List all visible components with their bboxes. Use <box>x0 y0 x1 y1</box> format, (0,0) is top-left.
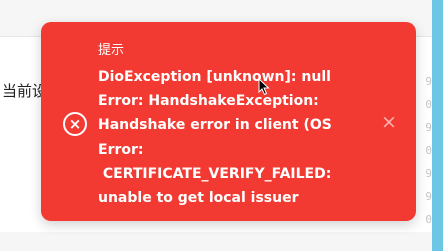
line-number: 9 <box>425 190 432 203</box>
mouse-cursor-icon <box>258 78 270 96</box>
close-icon[interactable]: × <box>381 112 397 132</box>
error-toast: × 提示 DioException [unknown]: null Error:… <box>41 22 416 221</box>
line-number: 0 <box>425 213 432 226</box>
right-scroll-strip <box>432 0 443 251</box>
line-number: 0 <box>425 144 432 157</box>
line-number: 9 <box>425 167 432 180</box>
bottom-bar <box>0 232 432 251</box>
error-circle-x-icon: × <box>63 112 87 136</box>
toast-message: DioException [unknown]: null Error: Hand… <box>98 69 332 207</box>
line-number: 9 <box>425 75 432 88</box>
line-number: 0 <box>425 98 432 111</box>
background-line-numbers: 9 0 9 0 9 9 0 <box>420 70 432 231</box>
line-number: 9 <box>425 121 432 134</box>
toast-title: 提示 <box>98 43 125 58</box>
